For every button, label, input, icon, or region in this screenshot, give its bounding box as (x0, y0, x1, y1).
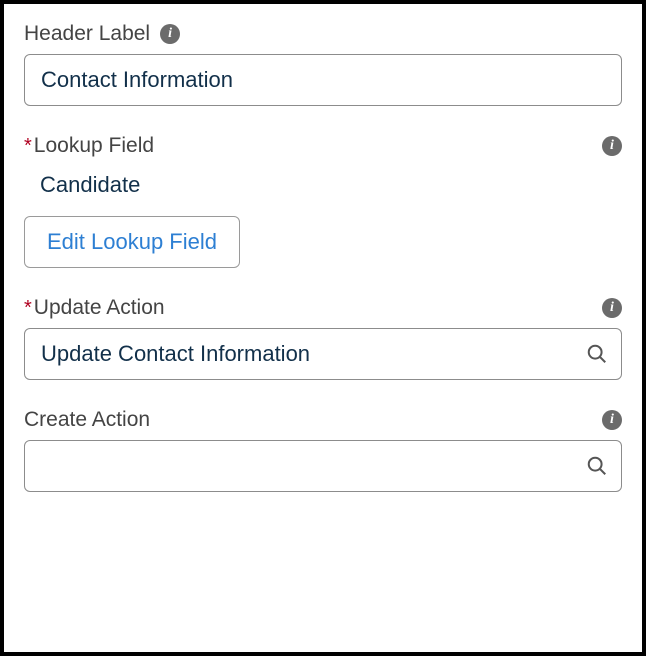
required-marker: * (24, 135, 32, 158)
lookup-field-label-row: * Lookup Field i (24, 134, 622, 158)
create-action-input-wrap (24, 440, 622, 492)
info-icon[interactable]: i (160, 24, 180, 44)
create-action-label: Create Action (24, 408, 150, 432)
search-icon[interactable] (586, 343, 608, 365)
edit-lookup-field-button[interactable]: Edit Lookup Field (24, 216, 240, 268)
lookup-field-group: * Lookup Field i Candidate Edit Lookup F… (24, 134, 622, 268)
header-label-row: Header Label i (24, 22, 622, 46)
update-action-input-wrap (24, 328, 622, 380)
info-icon[interactable]: i (602, 136, 622, 156)
info-icon[interactable]: i (602, 298, 622, 318)
update-action-group: * Update Action i (24, 296, 622, 380)
header-label-group: Header Label i (24, 22, 622, 106)
update-action-label: Update Action (34, 296, 165, 320)
lookup-field-label: Lookup Field (34, 134, 154, 158)
header-label-input[interactable] (24, 54, 622, 106)
required-marker: * (24, 297, 32, 320)
update-action-label-row: * Update Action i (24, 296, 622, 320)
create-action-label-row: Create Action i (24, 408, 622, 432)
create-action-input[interactable] (24, 440, 622, 492)
search-icon[interactable] (586, 455, 608, 477)
header-label-text: Header Label (24, 22, 150, 46)
form-panel: Header Label i * Lookup Field i Candidat… (0, 0, 646, 656)
lookup-field-value: Candidate (24, 166, 622, 216)
info-icon[interactable]: i (602, 410, 622, 430)
update-action-input[interactable] (24, 328, 622, 380)
create-action-group: Create Action i (24, 408, 622, 492)
